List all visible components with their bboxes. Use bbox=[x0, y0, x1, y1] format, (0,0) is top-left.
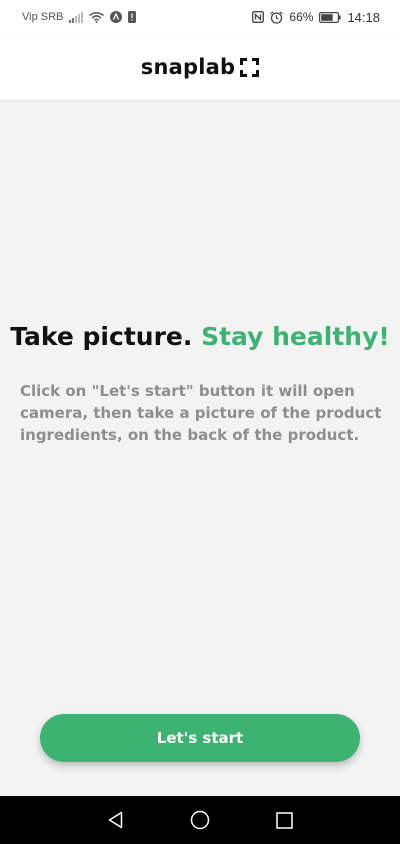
headline-primary: Take picture. bbox=[10, 322, 193, 351]
screen: Vip SRB 66% 14:18 snaplab Take picture. … bbox=[0, 0, 400, 844]
navigation-bar bbox=[0, 796, 400, 844]
alarm-icon bbox=[270, 10, 284, 24]
status-right: 66% 14:18 bbox=[252, 10, 380, 25]
instructions-text: Click on "Let's start" button it will op… bbox=[20, 382, 382, 444]
back-icon[interactable] bbox=[105, 809, 127, 831]
app-logo: snaplab bbox=[140, 55, 260, 79]
headline: Take picture. Stay healthy! bbox=[0, 322, 400, 351]
battery-icon bbox=[319, 11, 342, 23]
recents-icon[interactable] bbox=[273, 809, 295, 831]
status-left: Vip SRB bbox=[22, 11, 137, 23]
app-header: snaplab bbox=[0, 34, 400, 100]
headline-accent: Stay healthy! bbox=[201, 322, 390, 351]
battery-percent: 66% bbox=[289, 10, 314, 24]
lets-start-button[interactable]: Let's start bbox=[40, 714, 360, 762]
nfc-icon bbox=[252, 11, 265, 23]
notification-a-icon bbox=[110, 11, 123, 23]
carrier-label: Vip SRB bbox=[22, 11, 64, 23]
home-icon[interactable] bbox=[189, 809, 211, 831]
notification-alert-icon bbox=[128, 11, 137, 23]
signal-icon bbox=[69, 11, 84, 23]
status-bar: Vip SRB 66% 14:18 bbox=[0, 0, 400, 34]
scan-frame-icon bbox=[240, 57, 260, 77]
wifi-icon bbox=[89, 11, 105, 23]
logo-text: snaplab bbox=[140, 55, 236, 79]
clock: 14:18 bbox=[347, 9, 380, 25]
